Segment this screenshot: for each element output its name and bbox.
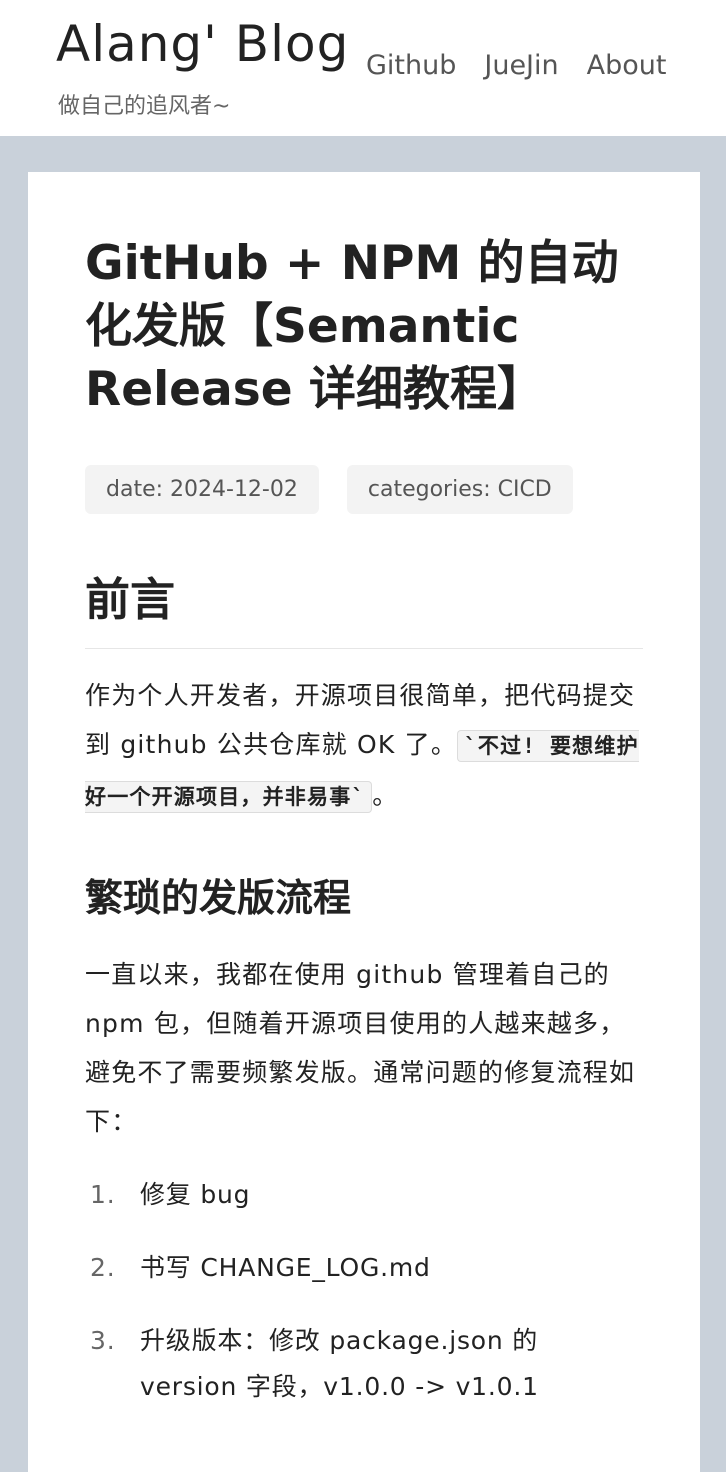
list-item: 3. 升级版本：修改 package.json 的 version 字段，v1.… bbox=[85, 1318, 643, 1410]
release-steps-list: 1. 修复 bug 2. 书写 CHANGE_LOG.md 3. 升级版本：修改… bbox=[85, 1172, 643, 1410]
site-header: Alang' Blog 做自己的追风者~ Github JueJin About bbox=[0, 0, 726, 136]
post-title: GitHub + NPM 的自动化发版【Semantic Release 详细教… bbox=[85, 236, 619, 417]
post-card: GitHub + NPM 的自动化发版【Semantic Release 详细教… bbox=[28, 172, 700, 1472]
nav-link-github[interactable]: Github bbox=[366, 50, 456, 81]
section-heading-preface: 前言 bbox=[85, 570, 643, 649]
main-nav: Github JueJin About bbox=[366, 50, 666, 81]
list-item-number: 3. bbox=[90, 1326, 116, 1355]
list-item-text: 升级版本：修改 package.json 的 version 字段，v1.0.0… bbox=[140, 1326, 539, 1401]
list-item-number: 2. bbox=[90, 1253, 116, 1282]
list-item-number: 1. bbox=[90, 1180, 116, 1209]
post-category-tag[interactable]: categories: CICD bbox=[346, 465, 573, 514]
release-flow-paragraph: 一直以来，我都在使用 github 管理着自己的 npm 包，但随着开源项目使用… bbox=[85, 960, 636, 1136]
site-title[interactable]: Alang' Blog bbox=[56, 14, 349, 74]
site-subtitle: 做自己的追风者~ bbox=[58, 94, 231, 119]
preface-text-end: 。 bbox=[372, 781, 399, 810]
section-heading-release-flow: 繁琐的发版流程 bbox=[85, 876, 352, 920]
nav-link-juejin[interactable]: JueJin bbox=[484, 50, 558, 81]
post-content: GitHub + NPM 的自动化发版【Semantic Release 详细教… bbox=[85, 172, 643, 1437]
post-date-tag: date: 2024-12-02 bbox=[85, 465, 319, 514]
nav-link-about[interactable]: About bbox=[587, 50, 667, 81]
list-item-text: 修复 bug bbox=[140, 1180, 251, 1209]
list-item-text: 书写 CHANGE_LOG.md bbox=[140, 1253, 431, 1282]
list-item: 2. 书写 CHANGE_LOG.md bbox=[85, 1245, 643, 1291]
post-meta: date: 2024-12-02 categories: CICD bbox=[85, 465, 643, 514]
list-item: 1. 修复 bug bbox=[85, 1172, 643, 1218]
preface-paragraph: 作为个人开发者，开源项目很简单，把代码提交到 github 公共仓库就 OK 了… bbox=[85, 671, 643, 822]
